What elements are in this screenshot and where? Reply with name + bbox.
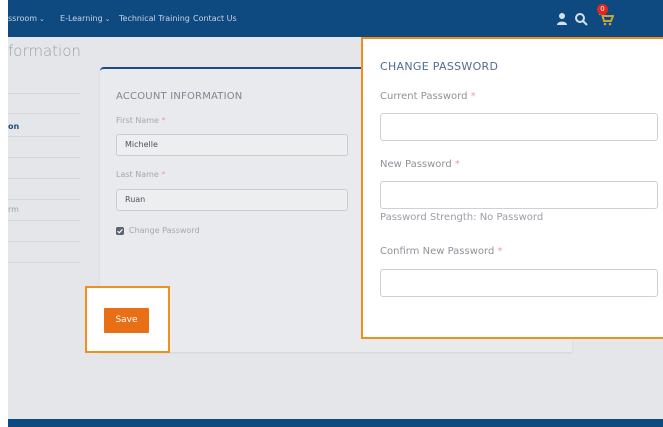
sidebar-divider [8, 241, 80, 242]
chevron-down-icon: ⌄ [104, 15, 111, 23]
new-password-label-text: New Password [380, 159, 452, 170]
cart-count-badge: 0 [597, 4, 608, 15]
change-password-checkbox[interactable] [116, 227, 124, 235]
sidebar-item[interactable]: rm [8, 205, 19, 214]
chevron-down-icon: ⌄ [39, 15, 45, 23]
sidebar-item-active[interactable]: on [8, 122, 19, 131]
footer-bar [8, 419, 663, 427]
sidebar-divider [8, 199, 80, 200]
sidebar-divider [8, 178, 80, 179]
page-title: formation [8, 42, 81, 60]
required-mark: * [454, 159, 460, 170]
sidebar-divider [8, 220, 80, 221]
nav-item-classroom[interactable]: ssroom ⌄ [8, 14, 45, 23]
first-name-field[interactable]: Michelle [116, 134, 348, 156]
sidebar-divider [8, 113, 80, 114]
confirm-password-field[interactable] [380, 269, 658, 297]
user-icon[interactable] [555, 12, 569, 26]
sidebar-divider [8, 93, 80, 94]
sidebar-divider [8, 157, 80, 158]
current-password-label: Current Password * [380, 91, 476, 102]
search-icon[interactable] [574, 12, 588, 26]
required-mark: * [497, 246, 503, 257]
save-button[interactable]: Save [104, 308, 149, 333]
nav-item-technical-training[interactable]: Technical Training [119, 14, 190, 23]
nav-item-label: Technical Training [119, 14, 190, 23]
sidebar-divider [8, 136, 80, 137]
first-name-label-text: First Name [116, 116, 159, 125]
required-mark: * [161, 116, 166, 125]
last-name-field[interactable]: Ruan [116, 189, 348, 211]
first-name-label: First Name * [116, 116, 166, 125]
change-password-title: CHANGE PASSWORD [380, 60, 499, 73]
nav-item-contact-us[interactable]: Contact Us [193, 14, 237, 23]
current-password-label-text: Current Password [380, 91, 468, 102]
top-navigation-bar: ssroom ⌄ E-Learning ⌄ Technical Training C… [8, 0, 663, 37]
account-information-title: ACCOUNT INFORMATION [116, 91, 243, 102]
sidebar-divider [8, 262, 80, 263]
nav-item-e-learning[interactable]: E-Learning ⌄ [60, 14, 111, 23]
last-name-label-text: Last Name [116, 170, 159, 179]
confirm-password-label: Confirm New Password * [380, 246, 502, 257]
last-name-label: Last Name * [116, 170, 165, 179]
password-strength-text: Password Strength: No Password [380, 212, 544, 223]
required-mark: * [470, 91, 476, 102]
nav-item-label: ssroom [8, 14, 38, 23]
new-password-label: New Password * [380, 159, 460, 170]
confirm-password-label-text: Confirm New Password [380, 246, 495, 257]
new-password-field[interactable] [380, 181, 658, 209]
change-password-checkbox-label: Change Password [129, 226, 200, 235]
nav-item-label: Contact Us [193, 14, 237, 23]
current-password-field[interactable] [380, 113, 658, 141]
required-mark: * [161, 170, 166, 179]
nav-item-label: E-Learning [60, 14, 103, 23]
